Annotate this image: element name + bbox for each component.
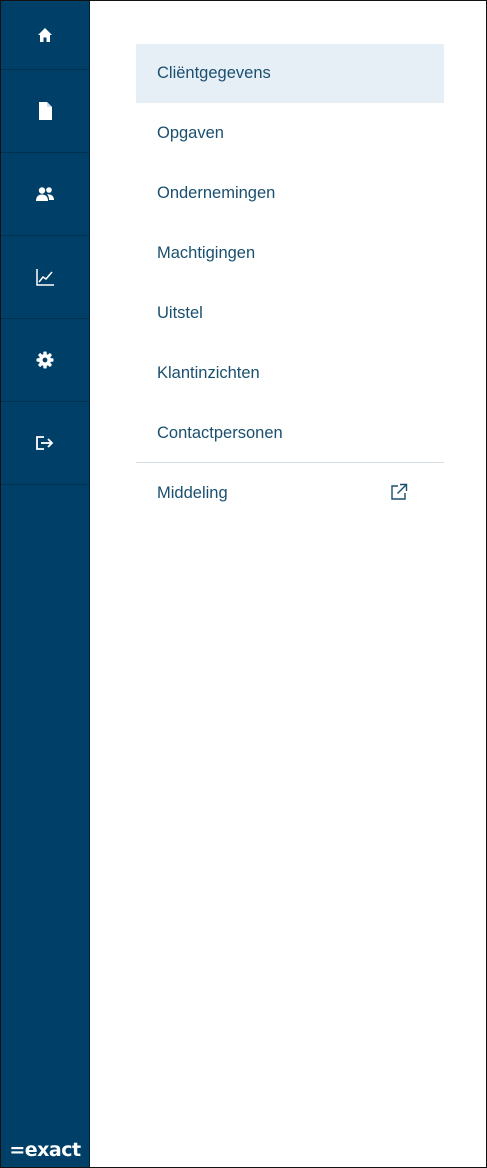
nav-clients[interactable] bbox=[1, 153, 89, 236]
nav-settings[interactable] bbox=[1, 319, 89, 402]
app-frame: =exact Cliëntgegevens Opgaven Ondernemin… bbox=[0, 0, 487, 1168]
home-icon bbox=[37, 27, 53, 43]
menu-item-ondernemingen[interactable]: Ondernemingen bbox=[136, 163, 444, 223]
users-icon bbox=[35, 186, 55, 202]
menu-item-opgaven[interactable]: Opgaven bbox=[136, 103, 444, 163]
nav-logout[interactable] bbox=[1, 402, 89, 485]
section-menu: Cliëntgegevens Opgaven Ondernemingen Mac… bbox=[136, 44, 444, 523]
menu-item-label: Uitstel bbox=[157, 303, 203, 322]
menu-item-label: Klantinzichten bbox=[157, 363, 260, 382]
document-icon bbox=[38, 102, 52, 120]
exact-logo: =exact bbox=[9, 1139, 81, 1161]
menu-item-klantinzichten[interactable]: Klantinzichten bbox=[136, 343, 444, 403]
menu-item-middeling[interactable]: Middeling bbox=[136, 463, 444, 523]
menu-item-uitstel[interactable]: Uitstel bbox=[136, 283, 444, 343]
menu-item-label: Ondernemingen bbox=[157, 183, 276, 202]
external-link-icon bbox=[390, 483, 408, 506]
chart-icon bbox=[35, 267, 55, 287]
menu-item-label: Opgaven bbox=[157, 123, 224, 142]
nav-documents[interactable] bbox=[1, 70, 89, 153]
menu-item-label: Machtigingen bbox=[157, 243, 256, 262]
logout-icon bbox=[35, 435, 55, 451]
menu-item-contactpersonen[interactable]: Contactpersonen bbox=[136, 403, 444, 463]
menu-item-machtigingen[interactable]: Machtigingen bbox=[136, 223, 444, 283]
nav-home[interactable] bbox=[1, 1, 89, 70]
menu-item-label: Contactpersonen bbox=[157, 423, 283, 442]
nav-reports[interactable] bbox=[1, 236, 89, 319]
menu-item-clientgegevens[interactable]: Cliëntgegevens bbox=[136, 44, 444, 103]
gear-icon bbox=[36, 351, 54, 369]
menu-item-label: Middeling bbox=[157, 483, 228, 502]
menu-item-label: Cliëntgegevens bbox=[157, 64, 271, 82]
icon-sidebar: =exact bbox=[1, 1, 90, 1167]
